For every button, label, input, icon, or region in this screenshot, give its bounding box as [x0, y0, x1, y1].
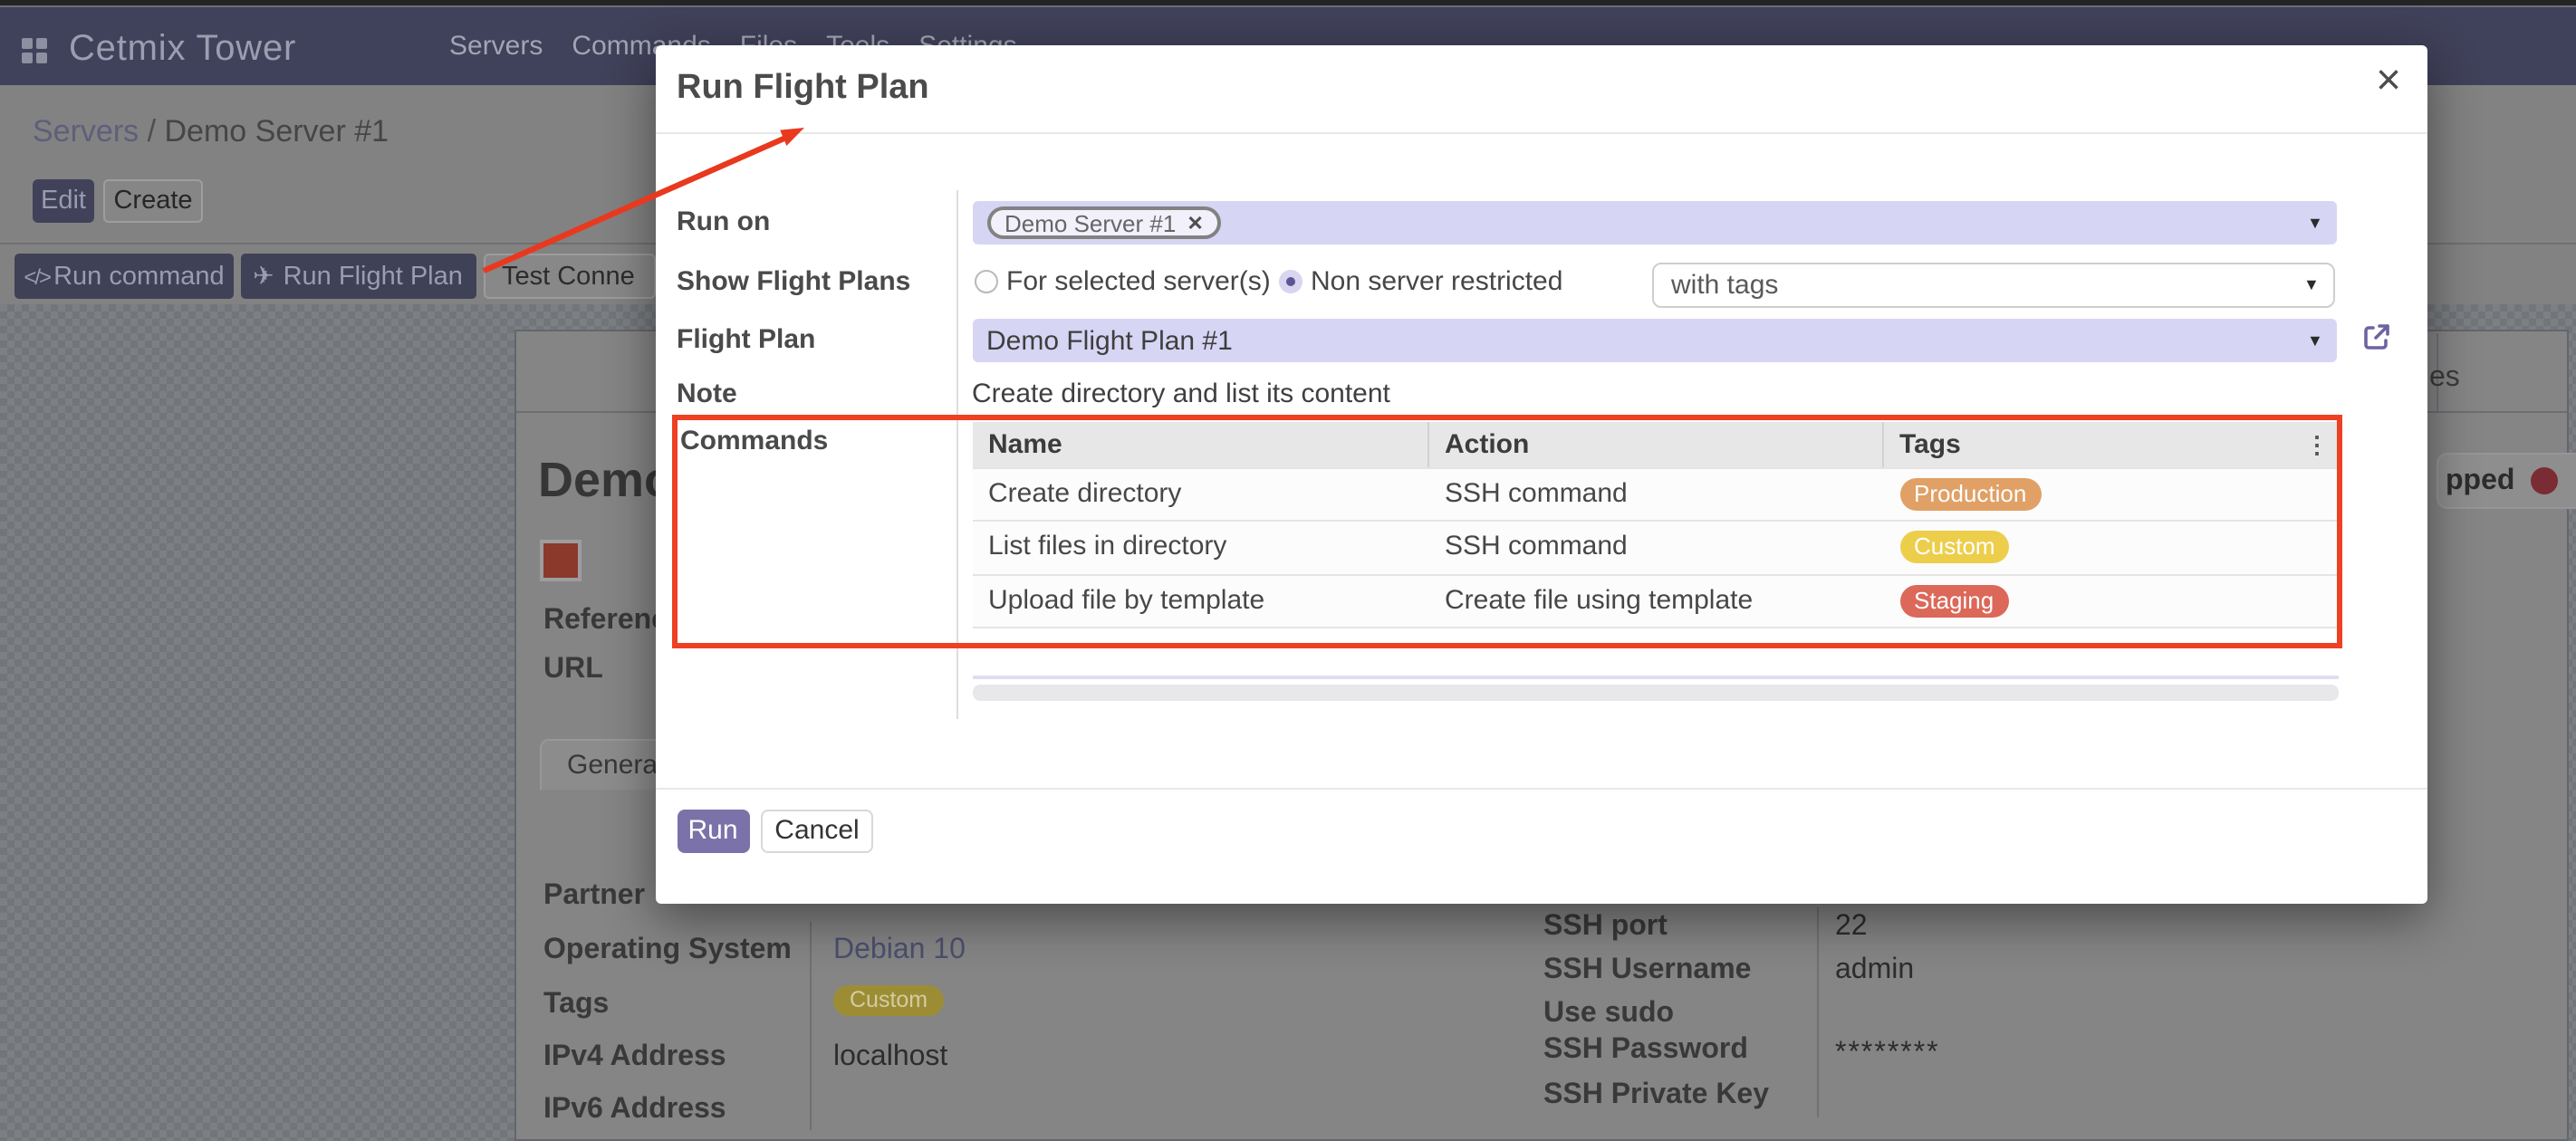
horizontal-scrollbar[interactable] [972, 684, 2338, 700]
status-label-fragment: pped [2446, 465, 2514, 497]
commands-label: Commands [680, 425, 828, 455]
tag-badge: Production [1899, 477, 2041, 510]
flight-plan-field[interactable]: Demo Flight Plan #1 [972, 319, 2336, 362]
use-sudo-label: Use sudo [1543, 998, 1674, 1031]
plane-icon: ✈ [253, 261, 274, 292]
optional-columns-icon[interactable]: ⋮ [2305, 421, 2329, 466]
right-column-separator [1817, 907, 1819, 1117]
tags-label: Tags [543, 989, 609, 1021]
breadcrumb-separator: / [139, 114, 164, 149]
url-label: URL [543, 654, 603, 686]
apps-grid-icon[interactable] [22, 38, 47, 63]
column-header-tags[interactable]: Tags ⋮ [1883, 421, 2338, 466]
server-title-fragment: Demo [538, 453, 674, 509]
radio-non-server-restricted[interactable] [1278, 269, 1302, 292]
dialog-title: Run Flight Plan [677, 69, 929, 109]
close-icon[interactable]: × [2376, 60, 2401, 103]
table-footer-line [972, 675, 2338, 678]
run-on-server-tag: Demo Server #1 ✕ [986, 206, 1222, 239]
note-label: Note [677, 379, 737, 409]
ipv6-label: IPv6 Address [543, 1094, 726, 1127]
ipv4-label: IPv4 Address [543, 1041, 726, 1074]
radio-for-selected-servers[interactable] [974, 269, 997, 292]
run-flight-plan-dialog: Run Flight Plan × Run on Demo Server #1 … [655, 45, 2427, 904]
ssh-password-value: ******** [1835, 1038, 1940, 1070]
ssh-password-label: SSH Password [1543, 1034, 1748, 1067]
tag-badge: Staging [1899, 584, 2008, 617]
flight-plan-label: Flight Plan [677, 324, 815, 355]
table-row[interactable]: List files in directory SSH command Cust… [972, 520, 2338, 573]
create-button[interactable]: Create [103, 179, 203, 223]
note-value: Create directory and list its content [972, 379, 1390, 409]
run-command-button[interactable]: </> Run command [14, 254, 234, 299]
ssh-port-label: SSH port [1543, 911, 1668, 944]
smart-button-label-fragment[interactable]: es [2429, 362, 2460, 395]
dialog-footer-divider [655, 788, 2427, 790]
run-on-field[interactable]: Demo Server #1 ✕ [972, 201, 2336, 244]
breadcrumb: Servers / Demo Server #1 [33, 114, 389, 150]
table-row[interactable]: Create directory SSH command Production [972, 466, 2338, 520]
chevron-down-icon[interactable]: ▼ [2303, 275, 2320, 293]
chevron-down-icon[interactable]: ▼ [2307, 214, 2323, 232]
breadcrumb-servers-link[interactable]: Servers [33, 114, 139, 149]
with-tags-select[interactable]: with tags [1651, 262, 2334, 307]
operating-system-label: Operating System [543, 935, 792, 967]
run-flight-plan-button[interactable]: ✈ Run Flight Plan [240, 254, 476, 299]
app-brand[interactable]: Cetmix Tower [69, 29, 296, 71]
ssh-port-value: 22 [1835, 911, 1868, 944]
ssh-private-key-label: SSH Private Key [1543, 1079, 1769, 1112]
run-on-label: Run on [677, 206, 770, 237]
ipv4-value: localhost [833, 1041, 947, 1074]
remove-tag-icon[interactable]: ✕ [1187, 211, 1203, 235]
external-link-icon[interactable] [2360, 321, 2392, 353]
cancel-button[interactable]: Cancel [761, 809, 873, 852]
column-header-action[interactable]: Action [1428, 421, 1883, 466]
operating-system-value[interactable]: Debian 10 [833, 935, 966, 967]
edit-button[interactable]: Edit [33, 179, 94, 223]
screen: Cetmix Tower Servers Commands Files Tool… [0, 0, 2576, 1141]
nav-item-servers[interactable]: Servers [449, 31, 543, 62]
test-connection-button[interactable]: Test Conne [484, 254, 656, 299]
code-icon: </> [24, 264, 50, 289]
dialog-header-divider [655, 131, 2427, 133]
breadcrumb-record: Demo Server #1 [165, 114, 389, 149]
ssh-username-value: admin [1835, 954, 1914, 987]
status-dot-icon [2531, 467, 2558, 494]
partner-label: Partner [543, 880, 645, 913]
server-tag: Custom [833, 983, 944, 1016]
server-status-badge[interactable]: pped [2437, 453, 2576, 509]
left-column-separator [810, 922, 812, 1130]
commands-table-header: Name Action Tags ⋮ [972, 421, 2338, 466]
tag-badge: Custom [1899, 531, 2010, 563]
radio-for-selected-servers-label[interactable]: For selected server(s) [1006, 266, 1271, 297]
show-flight-plans-label: Show Flight Plans [677, 266, 910, 297]
radio-non-server-restricted-label[interactable]: Non server restricted [1311, 266, 1562, 297]
label-column-divider [956, 190, 957, 719]
commands-table: Name Action Tags ⋮ Create directory SSH … [972, 421, 2338, 628]
ssh-username-label: SSH Username [1543, 954, 1751, 987]
chevron-down-icon[interactable]: ▼ [2307, 331, 2323, 350]
table-row[interactable]: Upload file by template Create file usin… [972, 573, 2338, 628]
run-button[interactable]: Run [677, 809, 749, 852]
column-header-name[interactable]: Name [972, 421, 1428, 466]
server-color-swatch [540, 540, 582, 581]
